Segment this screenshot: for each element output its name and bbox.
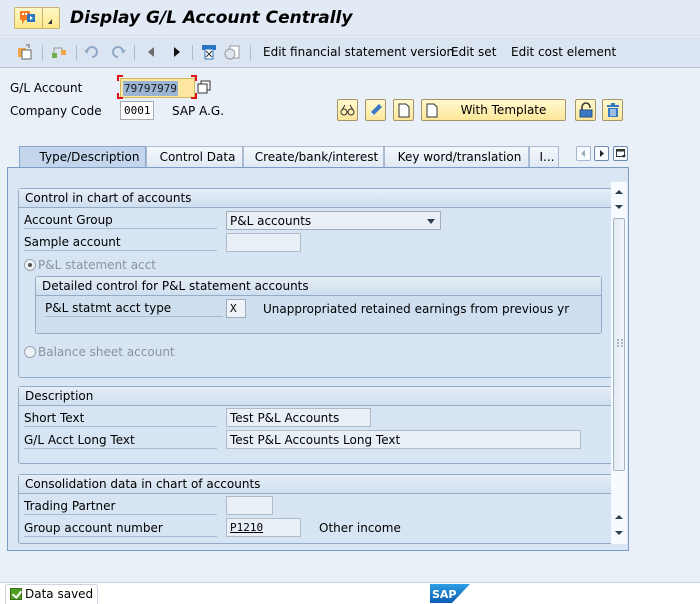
group-account-label: Group account number <box>24 521 217 537</box>
tab-more[interactable]: I... <box>529 146 559 168</box>
tab-create-bank-interest[interactable]: Create/bank/interest <box>243 146 384 168</box>
change-button[interactable] <box>365 99 386 121</box>
account-group-dropdown[interactable]: P&L accounts <box>226 211 441 230</box>
group-account-description: Other income <box>319 521 401 535</box>
redo-icon[interactable] <box>110 44 126 60</box>
with-template-label: With Template <box>460 103 547 117</box>
gl-account-value: 79797979 <box>123 81 178 96</box>
vertical-scrollbar[interactable] <box>611 182 627 544</box>
display-document-icon[interactable] <box>224 44 240 60</box>
balance-sheet-radio[interactable]: Balance sheet account <box>24 345 175 359</box>
delete-button[interactable] <box>602 99 623 121</box>
long-text-label: G/L Acct Long Text <box>24 433 217 449</box>
scroll-page-up-icon[interactable] <box>612 510 626 524</box>
trash-icon <box>607 103 619 117</box>
edit-fs-version-button[interactable]: Edit financial statement version <box>263 45 454 59</box>
tab-control-data[interactable]: Control Data <box>146 146 243 168</box>
success-check-icon <box>10 588 22 600</box>
trading-partner-label: Trading Partner <box>24 499 217 515</box>
pl-statement-type-description: Unappropriated retained earnings from pr… <box>263 302 570 316</box>
lock-icon <box>579 102 593 118</box>
scroll-down-icon[interactable] <box>612 526 626 540</box>
tab-list-icon <box>616 149 626 158</box>
lock-button[interactable] <box>575 99 596 121</box>
tab-scroll-right-button[interactable] <box>594 146 609 161</box>
control-group-title: Control in chart of accounts <box>19 189 613 208</box>
system-menu-button[interactable] <box>14 7 60 29</box>
consolidation-group-title: Consolidation data in chart of accounts <box>19 475 613 494</box>
gl-account-input[interactable]: 79797979 <box>120 78 195 98</box>
pl-statement-type-input[interactable]: X <box>226 299 246 318</box>
trading-partner-input[interactable] <box>226 496 273 515</box>
scroll-page-down-icon[interactable] <box>612 200 626 214</box>
pl-statement-radio[interactable]: P&L statement acct <box>24 258 156 272</box>
short-text-input[interactable]: Test P&L Accounts <box>226 408 371 427</box>
edit-set-button[interactable]: Edit set <box>451 45 496 59</box>
chevron-down-icon <box>427 219 435 224</box>
grip-icon <box>617 339 623 347</box>
chevron-right-icon <box>600 150 604 157</box>
tab-key-word-translation[interactable]: Key word/translation <box>384 146 529 168</box>
next-icon[interactable] <box>169 44 185 60</box>
edit-cost-element-button[interactable]: Edit cost element <box>511 45 616 59</box>
sap-logo: SAP <box>430 584 470 603</box>
account-group-label: Account Group <box>24 213 217 229</box>
new-document-icon <box>398 103 410 118</box>
glasses-icon <box>340 104 355 116</box>
with-template-button[interactable]: With Template <box>421 99 566 121</box>
new-document-icon <box>426 103 438 118</box>
company-code-input[interactable]: 0001 <box>120 101 154 120</box>
previous-icon[interactable] <box>144 44 160 60</box>
radio-selected-icon <box>24 259 36 271</box>
scroll-up-icon[interactable] <box>612 185 626 199</box>
page-title: Display G/L Account Centrally <box>70 8 353 28</box>
menu-icon <box>20 11 35 24</box>
tab-content-panel: Control in chart of accounts Account Gro… <box>7 167 629 551</box>
application-toolbar: Edit financial statement version Edit se… <box>0 37 700 68</box>
undo-icon[interactable] <box>84 44 100 60</box>
short-text-label: Short Text <box>24 411 217 427</box>
company-code-label: Company Code <box>10 104 102 118</box>
title-bar: Display G/L Account Centrally <box>0 0 700 36</box>
sample-account-label: Sample account <box>24 235 217 251</box>
tab-type-description[interactable]: Type/Description <box>19 146 146 169</box>
sap-logo-text: SAP <box>432 588 457 601</box>
multiple-selection-icon[interactable] <box>197 80 211 94</box>
company-name: SAP A.G. <box>172 104 225 118</box>
detailed-control-title: Detailed control for P&L statement accou… <box>36 277 601 296</box>
radio-unselected-icon <box>24 346 36 358</box>
gl-account-label: G/L Account <box>10 81 83 95</box>
hierarchy-icon[interactable] <box>51 44 67 60</box>
status-message[interactable]: Data saved <box>5 584 99 604</box>
chevron-left-icon <box>581 150 585 157</box>
create-button[interactable] <box>393 99 414 121</box>
status-bar: Data saved <box>0 582 700 604</box>
description-group-title: Description <box>19 387 613 406</box>
pencil-icon <box>370 104 382 116</box>
tab-list-button[interactable] <box>613 146 628 161</box>
copy-icon[interactable] <box>17 44 33 60</box>
display-button[interactable] <box>337 99 358 121</box>
tab-scroll-left-button[interactable] <box>576 146 591 161</box>
sample-account-input[interactable] <box>226 233 301 252</box>
print-icon[interactable] <box>201 44 217 60</box>
group-account-input[interactable]: P1210 <box>226 518 301 537</box>
scrollbar-thumb[interactable] <box>613 218 625 471</box>
long-text-input[interactable]: Test P&L Accounts Long Text <box>226 430 581 449</box>
pl-statement-type-label: P&L statmt acct type <box>45 301 223 317</box>
